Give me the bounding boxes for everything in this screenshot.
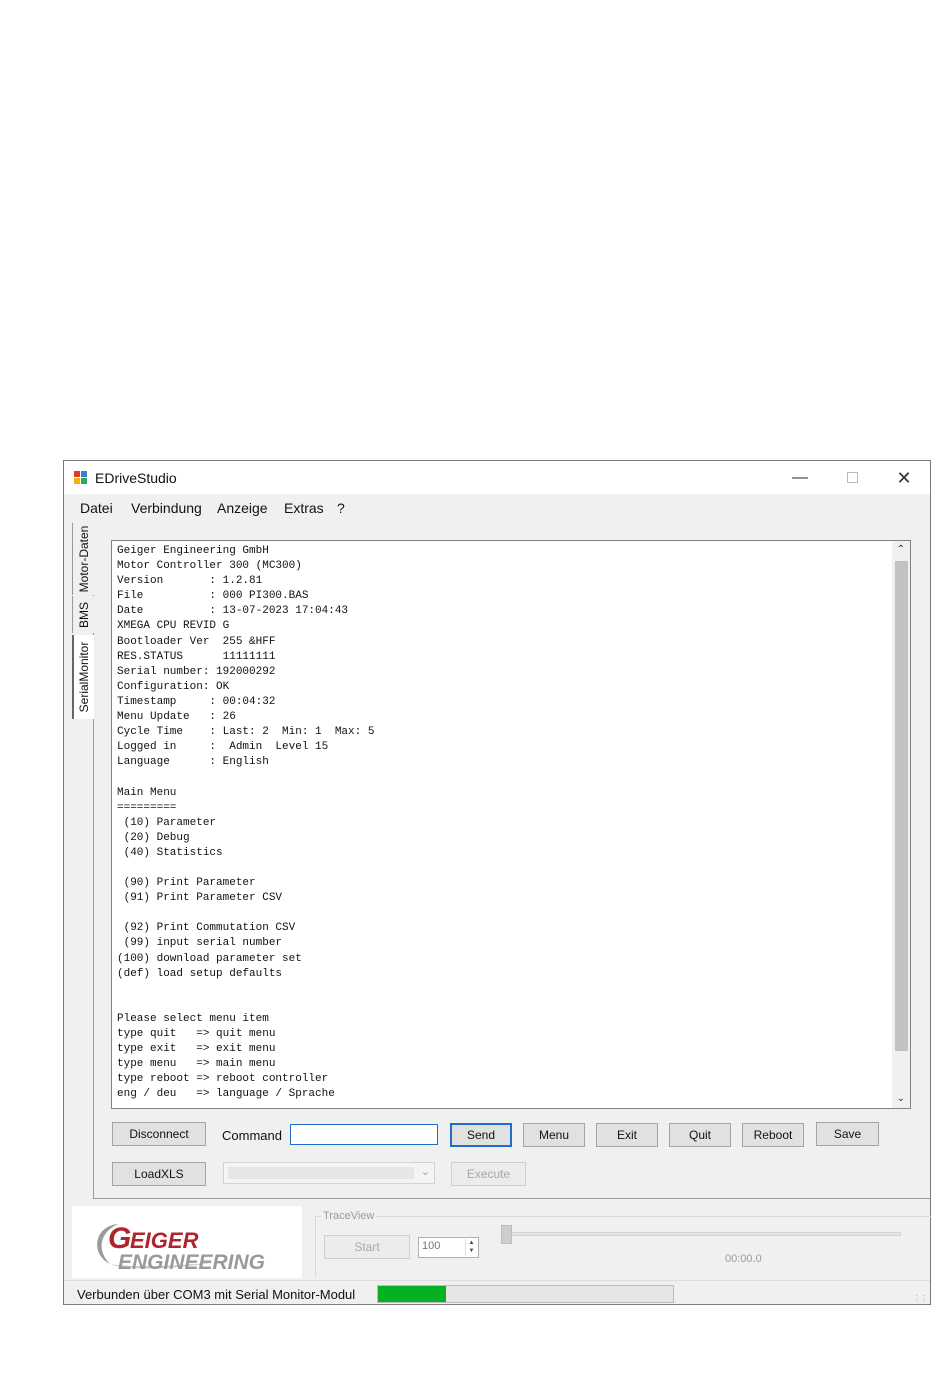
console-line: RES.STATUS 11111111 bbox=[117, 650, 276, 663]
loadxls-button[interactable]: LoadXLS bbox=[112, 1162, 206, 1186]
save-button[interactable]: Save bbox=[816, 1122, 879, 1146]
title-bar: EDriveStudio — ✕ bbox=[64, 461, 930, 494]
console-line: Geiger Engineering GmbH bbox=[117, 545, 269, 557]
console-line: Timestamp : 00:04:32 bbox=[117, 695, 276, 708]
console-line: type exit => exit menu bbox=[117, 1043, 276, 1056]
quit-button[interactable]: Quit bbox=[669, 1123, 731, 1147]
console-line: (100) download parameter set bbox=[117, 952, 302, 965]
trace-spinner-value: 100 bbox=[422, 1240, 441, 1252]
logo-text-geiger-rest: EIGER bbox=[130, 1228, 199, 1253]
minimize-icon[interactable]: — bbox=[778, 464, 822, 492]
execute-button[interactable]: Execute bbox=[451, 1162, 526, 1186]
tab-motor-daten[interactable]: Motor-Daten bbox=[72, 523, 94, 595]
xls-select[interactable]: ⌄ bbox=[223, 1162, 435, 1184]
resize-grip-icon[interactable]: ⋮⋮ bbox=[913, 1294, 928, 1303]
exit-button[interactable]: Exit bbox=[596, 1123, 658, 1147]
console-line: (def) load setup defaults bbox=[117, 967, 283, 980]
console-line: Configuration: OK bbox=[117, 680, 230, 693]
window-title: EDriveStudio bbox=[95, 470, 177, 486]
console-line: (20) Debug bbox=[117, 831, 190, 844]
menu-anzeige[interactable]: Anzeige bbox=[217, 500, 268, 516]
close-icon[interactable]: ✕ bbox=[882, 464, 926, 492]
console-line: Language : English bbox=[117, 756, 269, 769]
scroll-thumb[interactable] bbox=[895, 561, 908, 1051]
side-tab-strip: Motor-Daten BMS SerialMonitor bbox=[72, 523, 94, 719]
reboot-button[interactable]: Reboot bbox=[742, 1123, 804, 1147]
xls-select-field bbox=[228, 1167, 414, 1179]
trace-slider[interactable] bbox=[509, 1232, 901, 1236]
console-line: (40) Statistics bbox=[117, 846, 223, 859]
console-line: Cycle Time : Last: 2 Min: 1 Max: 5 bbox=[117, 726, 375, 739]
menu-extras[interactable]: Extras bbox=[284, 500, 324, 516]
console-line: Serial number: 192000292 bbox=[117, 665, 276, 678]
console-line: Version : 1.2.81 bbox=[117, 575, 263, 588]
send-button[interactable]: Send bbox=[450, 1123, 512, 1147]
console-line: type quit => quit menu bbox=[117, 1028, 276, 1040]
tab-motor-daten-label: Motor-Daten bbox=[76, 525, 91, 593]
maximize-icon[interactable] bbox=[830, 464, 874, 492]
console-line: Menu Update : 26 bbox=[117, 711, 236, 724]
console-line: Please select menu item bbox=[117, 1012, 269, 1025]
console-line: (92) Print Commutation CSV bbox=[117, 922, 296, 935]
trace-time: 00:00.0 bbox=[725, 1253, 762, 1265]
console-line: type menu => main menu bbox=[117, 1058, 276, 1071]
logo-text-engineering: ENGINEERING bbox=[118, 1251, 265, 1272]
progress-fill bbox=[378, 1286, 446, 1302]
console-text: Geiger Engineering GmbH Motor Controller … bbox=[117, 544, 887, 1102]
command-input[interactable] bbox=[290, 1124, 438, 1145]
edrivestudio-window: EDriveStudio — ✕ Datei Verbindung Anzeig… bbox=[63, 460, 931, 1305]
console-line: (90) Print Parameter bbox=[117, 877, 256, 890]
geiger-engineering-logo: G EIGER ENGINEERING bbox=[72, 1206, 302, 1278]
console-line: Date : 13-07-2023 17:04:43 bbox=[117, 605, 349, 618]
connection-progress bbox=[377, 1285, 674, 1303]
disconnect-button[interactable]: Disconnect bbox=[112, 1122, 206, 1146]
console-line: XMEGA CPU REVID G bbox=[117, 620, 230, 633]
logo-graphic: G EIGER ENGINEERING bbox=[97, 1222, 265, 1272]
console-line: File : 000 PI300.BAS bbox=[117, 590, 309, 603]
spinner-arrows-icon[interactable]: ▲ ▼ bbox=[465, 1239, 477, 1256]
tab-serialmonitor-label: SerialMonitor bbox=[77, 641, 91, 713]
console-line: Logged in : Admin Level 15 bbox=[117, 741, 329, 754]
console-scrollbar[interactable]: ⌃ ⌄ bbox=[892, 541, 910, 1108]
menu-verbindung[interactable]: Verbindung bbox=[131, 500, 202, 516]
console-line: (99) input serial number bbox=[117, 937, 283, 950]
trace-slider-thumb[interactable] bbox=[501, 1225, 512, 1244]
chevron-down-icon: ⌄ bbox=[420, 1166, 430, 1178]
menu-button[interactable]: Menu bbox=[523, 1123, 585, 1147]
trace-start-button[interactable]: Start bbox=[324, 1235, 410, 1259]
menu-datei[interactable]: Datei bbox=[80, 500, 113, 516]
serial-console-output[interactable]: Geiger Engineering GmbH Motor Controller … bbox=[111, 540, 911, 1109]
scroll-up-icon[interactable]: ⌃ bbox=[892, 541, 910, 559]
console-line: (10) Parameter bbox=[117, 816, 217, 829]
app-icon bbox=[74, 471, 88, 485]
console-line: type reboot => reboot controller bbox=[117, 1073, 329, 1086]
menu-bar: Datei Verbindung Anzeige Extras ? bbox=[64, 494, 930, 522]
command-label: Command bbox=[222, 1128, 282, 1143]
tab-bms-label: BMS bbox=[76, 601, 91, 628]
tab-bms[interactable]: BMS bbox=[72, 596, 94, 633]
console-line: Motor Controller 300 (MC300) bbox=[117, 560, 302, 573]
trace-spinner[interactable]: 100 ▲ ▼ bbox=[418, 1237, 479, 1258]
console-line: Main Menu bbox=[117, 786, 177, 799]
menu-help[interactable]: ? bbox=[337, 500, 345, 516]
tab-serialmonitor[interactable]: SerialMonitor bbox=[72, 635, 94, 719]
console-line: ========= bbox=[117, 801, 177, 814]
connection-status: Verbunden über COM3 mit Serial Monitor-M… bbox=[77, 1287, 356, 1302]
console-line: Bootloader Ver 255 &HFF bbox=[117, 635, 276, 648]
traceview-title: TraceView bbox=[321, 1210, 377, 1222]
status-bar: Verbunden über COM3 mit Serial Monitor-M… bbox=[64, 1280, 930, 1305]
console-line: eng / deu => language / Sprache bbox=[117, 1088, 335, 1101]
console-line: (91) Print Parameter CSV bbox=[117, 892, 283, 905]
scroll-down-icon[interactable]: ⌄ bbox=[892, 1090, 910, 1108]
